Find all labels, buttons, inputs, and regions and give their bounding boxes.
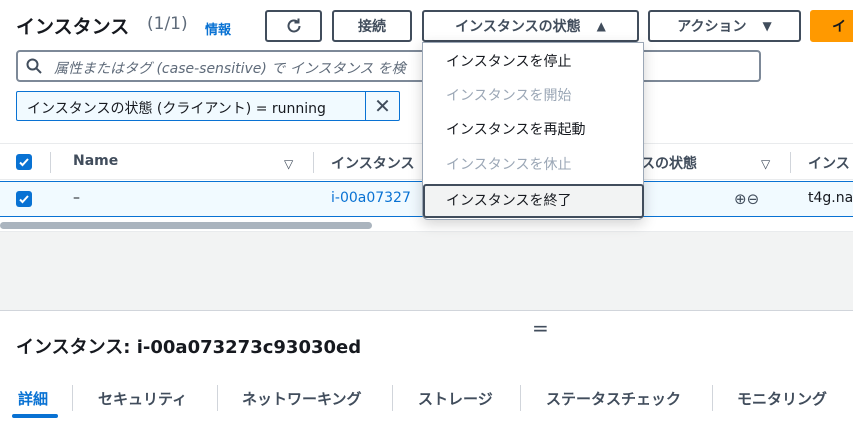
page-title: インスタンス: [16, 16, 130, 38]
tab-divider: [392, 385, 393, 411]
tab-details[interactable]: 詳細: [18, 388, 48, 409]
search-icon: [26, 58, 42, 74]
actions-button-label: アクション: [677, 19, 747, 35]
menu-item-hibernate-instance: インスタンスを休止: [446, 157, 572, 173]
empty-area: [0, 232, 853, 310]
refresh-icon: [287, 18, 300, 33]
column-header-name[interactable]: Name: [73, 153, 118, 169]
row-name: –: [73, 190, 80, 206]
selection-count: (1/1): [147, 14, 188, 34]
tab-security[interactable]: セキュリティ: [98, 388, 187, 409]
tab-storage[interactable]: ストレージ: [418, 388, 493, 409]
zoom-in-icon[interactable]: ⊕: [734, 190, 747, 208]
resize-handle[interactable]: =: [532, 316, 549, 340]
remove-filter-button[interactable]: ✕: [365, 91, 399, 121]
column-divider: [790, 152, 791, 173]
active-tab-indicator: [12, 414, 58, 418]
horizontal-scrollbar[interactable]: [0, 222, 372, 229]
sort-icon[interactable]: ▽: [284, 157, 293, 171]
column-header-instance-state[interactable]: スの状態: [641, 153, 697, 173]
search-input[interactable]: 属性またはタグ (case-sensitive) で インスタンス を検: [16, 50, 761, 82]
tab-divider: [712, 385, 713, 411]
menu-item-stop-instance[interactable]: インスタンスを停止: [423, 45, 643, 79]
tab-monitoring[interactable]: モニタリング: [737, 388, 827, 409]
info-link[interactable]: 情報: [205, 19, 231, 38]
launch-button-label: イ: [832, 19, 846, 35]
column-divider: [50, 152, 51, 173]
menu-item-start-instance: インスタンスを開始: [446, 88, 572, 104]
menu-item-terminate-instance[interactable]: インスタンスを終了: [423, 184, 644, 218]
launch-instances-button[interactable]: イ: [810, 10, 853, 42]
detail-title: インスタンス: i-00a073273c93030ed: [16, 337, 362, 358]
connect-button[interactable]: 接続: [332, 10, 412, 42]
zoom-icons[interactable]: ⊕⊖: [734, 190, 759, 208]
connect-button-label: 接続: [358, 19, 386, 35]
filter-token-label: インスタンスの状態 (クライアント) = running: [27, 101, 326, 117]
row-checkbox[interactable]: [16, 191, 32, 207]
search-placeholder: 属性またはタグ (case-sensitive) で インスタンス を検: [54, 61, 406, 77]
filter-token: インスタンスの状態 (クライアント) = running ✕: [16, 91, 400, 121]
tab-divider: [72, 385, 73, 411]
column-divider: [313, 152, 314, 173]
select-all-checkbox[interactable]: [16, 154, 32, 170]
page-header: インスタンス (1/1) 情報 接続 インスタンスの状態 ▲ アクション ▼ イ: [0, 0, 853, 48]
row-instance-type: t4g.na: [808, 190, 853, 206]
column-header-instance-type[interactable]: インス: [808, 153, 850, 173]
detail-tabs: 詳細 セキュリティ ネットワーキング ストレージ ステータスチェック モニタリン…: [0, 378, 853, 431]
checkmark-icon: [19, 158, 29, 167]
close-icon: ✕: [374, 94, 391, 118]
actions-button[interactable]: アクション ▼: [648, 10, 801, 42]
sort-icon[interactable]: ▽: [761, 157, 770, 171]
row-instance-id-link[interactable]: i-00a07327: [331, 190, 411, 206]
tab-divider: [520, 385, 521, 411]
instance-state-button[interactable]: インスタンスの状態 ▲: [422, 10, 639, 42]
instance-state-button-label: インスタンスの状態: [455, 19, 581, 35]
tab-networking[interactable]: ネットワーキング: [242, 388, 362, 409]
caret-up-icon: ▲: [596, 19, 606, 33]
caret-down-icon: ▼: [762, 19, 772, 33]
column-header-instance-id[interactable]: インスタンス: [331, 153, 414, 173]
menu-item-reboot-instance[interactable]: インスタンスを再起動: [423, 113, 643, 147]
checkmark-icon: [19, 195, 29, 204]
split-divider: [0, 310, 853, 311]
zoom-out-icon[interactable]: ⊖: [747, 190, 760, 208]
tab-status-checks[interactable]: ステータスチェック: [546, 388, 681, 409]
instance-state-menu: インスタンスを停止 インスタンスを開始 インスタンスを再起動 インスタンスを休止…: [422, 42, 644, 220]
tab-divider: [217, 385, 218, 411]
refresh-button[interactable]: [265, 10, 322, 42]
